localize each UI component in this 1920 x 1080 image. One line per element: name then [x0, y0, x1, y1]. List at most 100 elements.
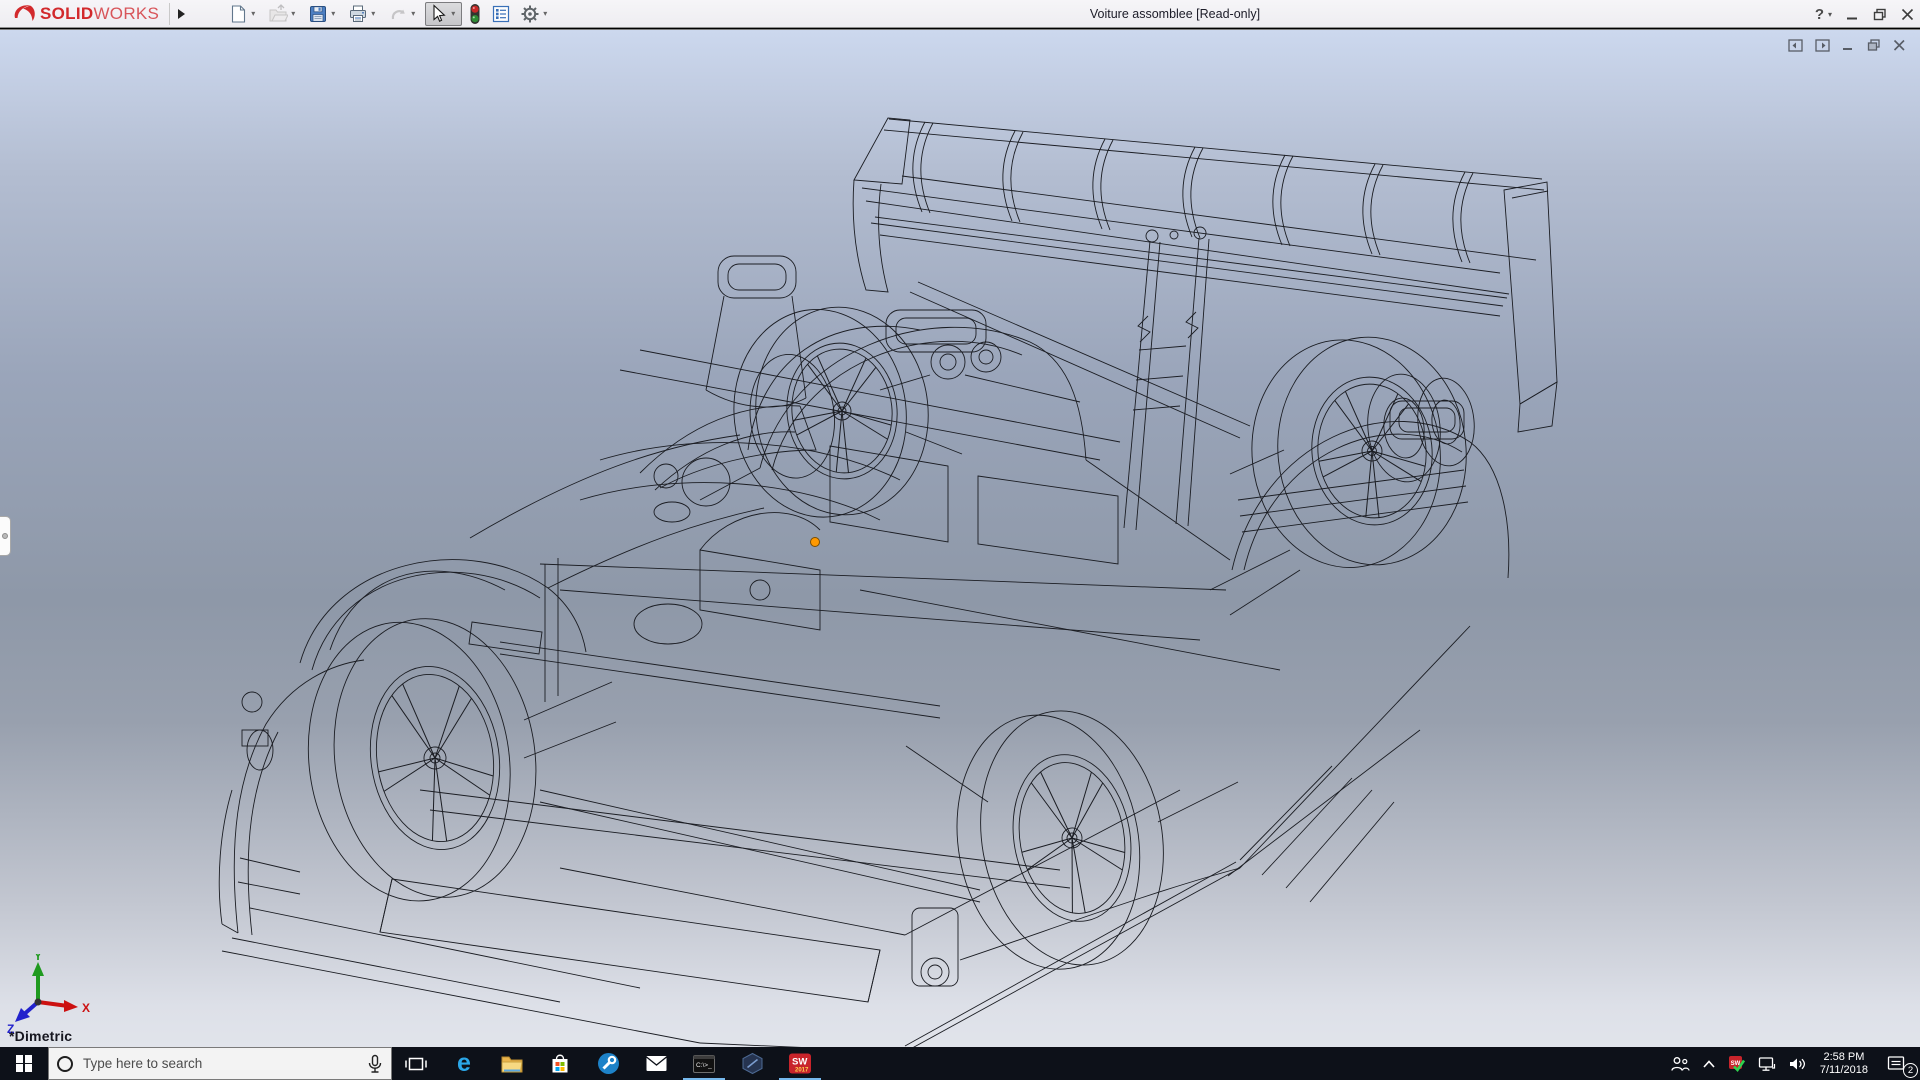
taskbar-clock[interactable]: 2:58 PM 7/11/2018	[1812, 1051, 1876, 1077]
dropdown-caret-icon[interactable]	[291, 9, 299, 18]
windows-taskbar: e	[0, 1047, 1920, 1080]
document-window-controls	[1788, 39, 1906, 57]
close-button[interactable]	[1901, 8, 1914, 21]
wireframe-car-model[interactable]	[0, 30, 1920, 1047]
start-button[interactable]	[0, 1047, 48, 1080]
minimize-icon	[1842, 39, 1855, 52]
file-explorer-button[interactable]	[488, 1047, 536, 1080]
open-folder-icon	[268, 4, 288, 24]
triad-y-label: Y	[34, 954, 42, 963]
pane-next-button[interactable]	[1815, 39, 1830, 57]
solidworks-logo-text: SOLIDWORKS	[40, 4, 159, 24]
minimize-button[interactable]	[1846, 8, 1859, 21]
task-view-icon	[405, 1054, 427, 1074]
system-tray: SW 2:58 PM	[1664, 1047, 1920, 1080]
tray-overflow-button[interactable]	[1696, 1047, 1722, 1080]
close-icon	[1901, 8, 1914, 21]
dropdown-caret-icon[interactable]	[251, 9, 259, 18]
doc-close-button[interactable]	[1893, 39, 1906, 57]
solidworks-2017-button[interactable]: SW 2017	[776, 1047, 824, 1080]
feature-properties-button[interactable]	[488, 2, 514, 26]
window-controls: ?	[1815, 0, 1914, 28]
volume-button[interactable]	[1782, 1047, 1812, 1080]
microphone-icon[interactable]	[367, 1054, 383, 1074]
desktop: SOLIDWORKS	[0, 0, 1920, 1080]
brand-part1: SOLID	[40, 4, 93, 23]
chevron-up-icon	[1702, 1059, 1716, 1069]
pane-previous-button[interactable]	[1788, 39, 1803, 57]
task-view-button[interactable]	[392, 1047, 440, 1080]
panel-tab-dot-icon	[2, 533, 8, 539]
divider	[169, 3, 170, 25]
triad-x-label: X	[82, 1001, 90, 1015]
options-button[interactable]	[517, 2, 554, 26]
wheel-front-right[interactable]	[938, 696, 1183, 984]
open-button[interactable]	[265, 2, 302, 26]
select-tool-button[interactable]	[425, 2, 462, 26]
restore-button[interactable]	[1873, 8, 1887, 21]
command-prompt-icon: C:\>_	[692, 1053, 716, 1075]
edge-button[interactable]: e	[440, 1047, 488, 1080]
help-button[interactable]: ?	[1815, 6, 1832, 23]
wheel-front-left[interactable]	[291, 605, 554, 914]
dropdown-caret-icon[interactable]	[451, 9, 459, 18]
print-icon	[348, 4, 368, 24]
save-button[interactable]	[305, 2, 342, 26]
solidworks-logo: SOLIDWORKS	[0, 0, 167, 27]
wrench-circle-icon	[597, 1052, 620, 1075]
taskbar-search[interactable]	[48, 1047, 392, 1080]
network-icon	[1758, 1056, 1776, 1072]
edge-icon: e	[457, 1051, 471, 1076]
windows-logo-icon	[16, 1055, 33, 1072]
action-center-button[interactable]: 2	[1876, 1047, 1916, 1080]
body-shell[interactable]	[219, 256, 1509, 1047]
quick-toolbar	[225, 2, 554, 26]
solidworks-status-icon: SW	[1728, 1055, 1746, 1073]
doc-restore-button[interactable]	[1867, 39, 1881, 57]
close-icon	[1893, 39, 1906, 52]
undo-icon	[388, 4, 408, 24]
options-gear-icon	[520, 4, 540, 24]
titlebar: SOLIDWORKS	[0, 0, 1920, 28]
menu-expand-arrow-icon[interactable]	[178, 9, 185, 19]
mail-icon	[645, 1054, 668, 1073]
view-orientation-label: *Dimetric	[9, 1028, 72, 1044]
graphics-viewport[interactable]: Y X Z *Dimetric	[0, 29, 1920, 1047]
cortana-icon	[57, 1056, 73, 1072]
composer-button[interactable]	[728, 1047, 776, 1080]
store-button[interactable]	[536, 1047, 584, 1080]
collapsed-panel-tab[interactable]	[0, 516, 11, 556]
origin-point[interactable]	[811, 538, 820, 547]
wheel-rear-right[interactable]	[1241, 328, 1478, 577]
search-input[interactable]	[83, 1056, 367, 1071]
doc-minimize-button[interactable]	[1842, 39, 1855, 57]
rear-wing[interactable]	[853, 118, 1557, 530]
mail-button[interactable]	[632, 1047, 680, 1080]
network-button[interactable]	[1752, 1047, 1782, 1080]
notification-badge: 2	[1903, 1063, 1918, 1078]
people-icon	[1670, 1056, 1690, 1072]
dropdown-caret-icon[interactable]	[371, 9, 379, 18]
store-icon	[549, 1053, 571, 1075]
window-title: Voiture assomblee [Read-only]	[540, 7, 1810, 21]
admin-console-button[interactable]	[584, 1047, 632, 1080]
stoplight-button[interactable]	[465, 2, 485, 26]
people-button[interactable]	[1664, 1047, 1696, 1080]
solidworks-tray-button[interactable]: SW	[1722, 1047, 1752, 1080]
sw-app-year: 2017	[795, 1068, 809, 1074]
save-icon	[308, 4, 328, 24]
dropdown-caret-icon[interactable]	[331, 9, 339, 18]
print-button[interactable]	[345, 2, 382, 26]
restore-icon	[1873, 8, 1887, 21]
dropdown-caret-icon[interactable]	[1828, 10, 1832, 19]
new-document-icon	[228, 4, 248, 24]
help-icon: ?	[1815, 6, 1824, 23]
stoplight-icon	[468, 3, 482, 25]
undo-button[interactable]	[385, 2, 422, 26]
clock-time: 2:58 PM	[1820, 1051, 1868, 1064]
command-prompt-button[interactable]: C:\>_	[680, 1047, 728, 1080]
dropdown-caret-icon[interactable]	[411, 9, 419, 18]
dropdown-caret-icon[interactable]	[543, 9, 551, 18]
pane-left-icon	[1788, 39, 1803, 52]
new-document-button[interactable]	[225, 2, 262, 26]
